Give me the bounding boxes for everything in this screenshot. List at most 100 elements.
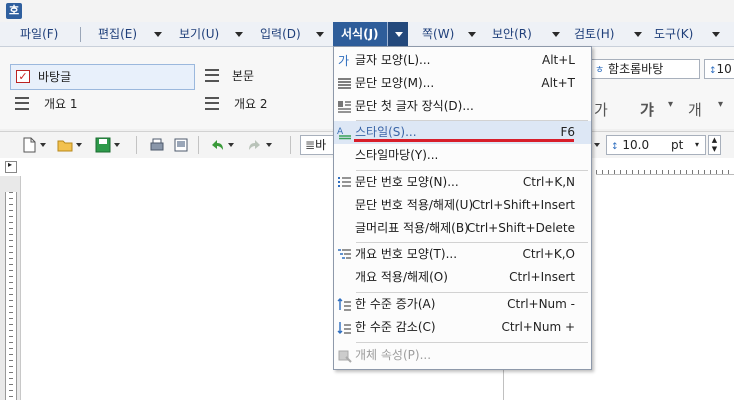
- paragraph-style-icon: ≣: [305, 138, 316, 152]
- menu-item-outline-toggle[interactable]: 개요 적용/해제(O) Ctrl+Insert: [334, 266, 591, 289]
- menu-item-outline-numbering[interactable]: 개요 번호 모양(T)... Ctrl+K,O: [334, 243, 591, 266]
- menu-page-label: 쪽(W): [422, 27, 455, 41]
- level-up-icon: [337, 298, 351, 311]
- char-style-dropdown-icon[interactable]: ▾: [668, 99, 673, 110]
- style-combo[interactable]: ≣바: [300, 135, 336, 155]
- spacing-spinner[interactable]: ▲ ▼: [708, 135, 721, 155]
- menu-edit[interactable]: 편집(E): [94, 22, 164, 46]
- horizontal-ruler[interactable]: [596, 158, 734, 175]
- chevron-down-icon: [552, 32, 560, 37]
- font-size-value: 10: [716, 62, 732, 76]
- open-folder-icon[interactable]: [56, 136, 74, 154]
- print-preview-icon[interactable]: [172, 136, 190, 154]
- menu-item-style-gallery[interactable]: 스타일마당(Y)...: [334, 144, 591, 167]
- check-icon: ✓: [16, 70, 30, 83]
- menu-view[interactable]: 보기(U): [175, 22, 245, 46]
- menu-item-char-shape[interactable]: 가 글자 모양(L)... Alt+L: [334, 49, 591, 72]
- chevron-down-icon[interactable]: ▾: [695, 136, 699, 154]
- chevron-down-icon[interactable]: [76, 143, 82, 147]
- chevron-down-icon: [316, 32, 324, 37]
- redo-icon[interactable]: [246, 136, 264, 154]
- menu-file[interactable]: 파일(F): [16, 22, 62, 46]
- font-size-combo[interactable]: ↕10: [704, 59, 734, 79]
- style-item-batanggeul[interactable]: ✓ 바탕글: [10, 64, 195, 90]
- toolbar-separator: [290, 136, 291, 154]
- italic-dropdown-icon[interactable]: ▾: [718, 99, 723, 110]
- menu-security-label: 보안(R): [492, 27, 532, 41]
- style-item-label: 본문: [232, 69, 255, 83]
- style-item-label: 개요 1: [44, 97, 78, 111]
- menu-item-label: 문단 첫 글자 장식(D)...: [355, 99, 474, 113]
- menu-item-label: 글머리표 적용/해제(B): [355, 221, 469, 235]
- menu-item-level-down[interactable]: 한 수준 감소(C) Ctrl+Num +: [334, 316, 591, 339]
- menu-item-object-properties: 개체 속성(P)...: [334, 344, 591, 367]
- menu-format[interactable]: 서식(J): [333, 22, 408, 46]
- menu-bar: 파일(F) 편집(E) 보기(U) 입력(D) 서식(J) 쪽(W) 보안(R)…: [0, 22, 734, 47]
- menu-item-drop-cap[interactable]: 문단 첫 글자 장식(D)...: [334, 95, 591, 118]
- style-combo-value: 바: [315, 138, 327, 152]
- undo-icon[interactable]: [208, 136, 226, 154]
- menu-tools[interactable]: 도구(K): [650, 22, 725, 46]
- line-spacing-combo[interactable]: ↕ 10.0 pt ▾: [606, 135, 706, 155]
- menu-item-label: 개요 적용/해제(O): [355, 270, 448, 284]
- chevron-down-icon: [634, 32, 642, 37]
- print-icon[interactable]: [148, 136, 166, 154]
- menu-review[interactable]: 검토(H): [570, 22, 645, 46]
- chevron-down-icon[interactable]: [228, 143, 234, 147]
- menu-item-shortcut: Alt+L: [542, 53, 575, 67]
- menu-item-label: 문단 모양(M)...: [355, 76, 435, 90]
- font-name-combo[interactable]: ㅎ 함초롬바탕: [590, 59, 700, 79]
- chevron-down-icon: [154, 32, 162, 37]
- chevron-down-icon[interactable]: [594, 143, 600, 147]
- menu-page[interactable]: 쪽(W): [418, 22, 478, 46]
- bold-button[interactable]: 갸: [640, 99, 654, 120]
- level-down-icon: [337, 322, 351, 334]
- char-style-button[interactable]: 가: [594, 99, 608, 120]
- menu-item-para-numbering[interactable]: 문단 번호 모양(N)... Ctrl+K,N: [334, 171, 591, 194]
- style-item-bonmun[interactable]: 본문: [200, 64, 330, 88]
- menu-item-label: 개요 번호 모양(T)...: [355, 247, 458, 261]
- menu-security[interactable]: 보안(R): [488, 22, 563, 46]
- menu-item-para-numbering-toggle[interactable]: 문단 번호 적용/해제(U) Ctrl+Shift+Insert: [334, 194, 591, 217]
- outline-number-icon: [338, 249, 351, 259]
- menu-item-label: 문단 번호 모양(N)...: [355, 175, 459, 189]
- menu-view-label: 보기(U): [179, 27, 220, 41]
- chevron-down-icon: [468, 32, 476, 37]
- menu-item-label: 한 수준 증가(A): [355, 297, 436, 311]
- menu-review-label: 검토(H): [574, 27, 615, 41]
- paragraph-icon: [205, 97, 219, 110]
- style-item-outline-2[interactable]: 개요 2: [200, 92, 330, 116]
- chevron-down-icon[interactable]: [114, 143, 120, 147]
- ruler-ticks: [596, 170, 734, 174]
- menu-item-bullet-toggle[interactable]: 글머리표 적용/해제(B) Ctrl+Shift+Delete: [334, 217, 591, 240]
- toolbar-separator: [198, 136, 199, 154]
- style-item-outline-1[interactable]: 개요 1: [10, 92, 193, 116]
- save-icon[interactable]: [94, 136, 112, 154]
- new-document-icon[interactable]: [20, 136, 38, 154]
- menu-item-label: 글자 모양(L)...: [355, 53, 431, 67]
- menu-item-shortcut: Ctrl+Num -: [507, 297, 575, 311]
- style-item-label: 개요 2: [234, 97, 268, 111]
- spacing-unit: pt: [671, 138, 684, 152]
- chevron-down-icon[interactable]: [40, 143, 46, 147]
- style-item-label: 바탕글: [38, 70, 72, 84]
- menu-item-para-shape[interactable]: 문단 모양(M)... Alt+T: [334, 72, 591, 95]
- chevron-down-icon[interactable]: [266, 143, 272, 147]
- font-size-icon: ↕: [709, 66, 717, 76]
- menu-insert-label: 입력(D): [260, 27, 301, 41]
- menu-item-label: 스타일마당(Y)...: [355, 148, 439, 162]
- chevron-down-icon: [395, 32, 403, 37]
- ruler-ticks: [9, 192, 13, 400]
- menu-item-shortcut: Ctrl+Insert: [509, 270, 575, 284]
- chevron-down-icon: [235, 32, 243, 37]
- menu-item-shortcut: Alt+T: [541, 76, 575, 90]
- italic-button[interactable]: 개: [688, 99, 702, 120]
- menu-item-shortcut: Ctrl+K,N: [522, 175, 575, 189]
- menu-item-shortcut: Ctrl+Num +: [501, 320, 575, 334]
- drop-cap-icon: [338, 101, 351, 113]
- menu-item-level-up[interactable]: 한 수준 증가(A) Ctrl+Num -: [334, 293, 591, 316]
- paragraph-icon: [205, 69, 219, 82]
- ruler-corner-button[interactable]: ▸: [5, 160, 17, 173]
- menu-insert[interactable]: 입력(D): [256, 22, 326, 46]
- menu-edit-label: 편집(E): [98, 27, 138, 41]
